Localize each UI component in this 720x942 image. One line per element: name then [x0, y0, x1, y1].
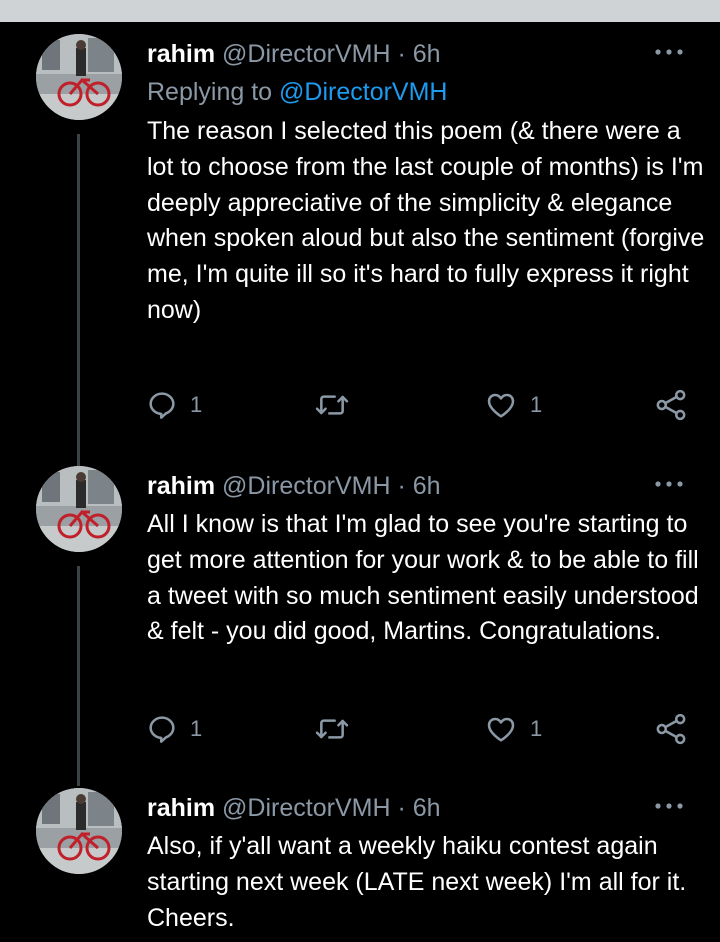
- tweet-actions: 1 1: [0, 387, 720, 423]
- thread-line: [77, 566, 80, 786]
- reply-icon: [149, 392, 175, 419]
- tweet-time[interactable]: 6h: [413, 794, 441, 822]
- avatar[interactable]: [36, 34, 122, 120]
- retweet-button[interactable]: [314, 387, 350, 423]
- like-count: 1: [530, 392, 543, 417]
- retweet-icon: [315, 395, 349, 415]
- replying-mention[interactable]: @DirectorVMH: [279, 78, 447, 106]
- separator-dot: ·: [397, 40, 406, 68]
- tweet-time[interactable]: 6h: [413, 40, 441, 68]
- separator-dot: ·: [397, 472, 406, 500]
- share-icon: [656, 713, 686, 745]
- like-icon: [487, 717, 515, 742]
- like-count: 1: [530, 716, 543, 741]
- share-icon: [656, 389, 686, 421]
- reply-button[interactable]: 1: [146, 711, 202, 747]
- tweet-time[interactable]: 6h: [413, 472, 441, 500]
- reply-count: 1: [190, 716, 203, 741]
- author-name[interactable]: rahim: [147, 472, 215, 500]
- separator-dot: ·: [397, 794, 406, 822]
- reply-button[interactable]: 1: [146, 387, 202, 423]
- tweet-text: The reason I selected this poem (& there…: [147, 117, 705, 324]
- tweet-actions: 1 1: [0, 711, 720, 747]
- top-status-strip: [0, 0, 720, 22]
- author-name[interactable]: rahim: [147, 794, 215, 822]
- like-button[interactable]: 1: [484, 711, 542, 747]
- share-button[interactable]: [654, 711, 688, 747]
- author-handle[interactable]: @DirectorVMH: [222, 472, 390, 500]
- tweet-header: rahim @DirectorVMH · 6h: [147, 470, 441, 502]
- avatar[interactable]: [36, 788, 122, 874]
- retweet-button[interactable]: [314, 711, 350, 747]
- share-button[interactable]: [654, 387, 688, 423]
- reply-count: 1: [190, 392, 203, 417]
- tweet-header: rahim @DirectorVMH · 6h: [147, 38, 441, 70]
- more-icon[interactable]: [652, 474, 686, 494]
- replying-to: Replying to @DirectorVMH: [147, 76, 447, 108]
- like-icon: [487, 393, 515, 418]
- tweet-2[interactable]: rahim @DirectorVMH · 6h All I know is th…: [0, 466, 720, 788]
- more-icon[interactable]: [652, 42, 686, 62]
- more-icon[interactable]: [652, 796, 686, 816]
- tweet-text: Also, if y'all want a weekly haiku conte…: [147, 832, 687, 932]
- tweet-text: All I know is that I'm glad to see you'r…: [147, 510, 699, 646]
- retweet-icon: [315, 719, 349, 739]
- tweet-1[interactable]: rahim @DirectorVMH · 6h Replying to @Dir…: [0, 34, 720, 470]
- author-handle[interactable]: @DirectorVMH: [222, 794, 390, 822]
- author-handle[interactable]: @DirectorVMH: [222, 40, 390, 68]
- tweet-header: rahim @DirectorVMH · 6h: [147, 792, 441, 824]
- avatar[interactable]: [36, 466, 122, 552]
- like-button[interactable]: 1: [484, 387, 542, 423]
- author-name[interactable]: rahim: [147, 40, 215, 68]
- tweet-3[interactable]: rahim @DirectorVMH · 6h Also, if y'all w…: [0, 788, 720, 942]
- reply-icon: [149, 716, 175, 743]
- replying-prefix: Replying to: [147, 78, 273, 106]
